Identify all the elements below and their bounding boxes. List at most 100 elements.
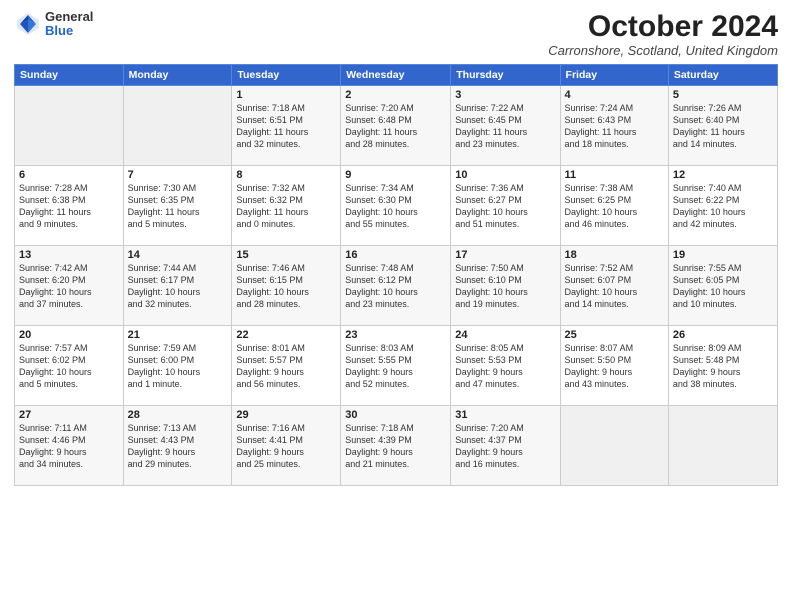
- day-number: 10: [455, 169, 555, 181]
- day-info: Sunrise: 8:05 AM Sunset: 5:53 PM Dayligh…: [455, 342, 555, 391]
- day-number: 21: [128, 329, 228, 341]
- logo-icon: [14, 10, 42, 38]
- day-number: 16: [345, 249, 446, 261]
- day-number: 3: [455, 89, 555, 101]
- header-row: Sunday Monday Tuesday Wednesday Thursday…: [15, 65, 778, 86]
- day-number: 15: [236, 249, 336, 261]
- day-number: 4: [565, 89, 664, 101]
- calendar-cell: [123, 86, 232, 166]
- calendar-cell: [560, 406, 668, 486]
- logo-general-text: General: [45, 10, 93, 24]
- calendar-cell: 21Sunrise: 7:59 AM Sunset: 6:00 PM Dayli…: [123, 326, 232, 406]
- day-number: 26: [673, 329, 773, 341]
- day-number: 28: [128, 409, 228, 421]
- calendar-week-5: 27Sunrise: 7:11 AM Sunset: 4:46 PM Dayli…: [15, 406, 778, 486]
- calendar-cell: [668, 406, 777, 486]
- calendar-cell: 3Sunrise: 7:22 AM Sunset: 6:45 PM Daylig…: [451, 86, 560, 166]
- day-number: 19: [673, 249, 773, 261]
- day-number: 14: [128, 249, 228, 261]
- day-number: 29: [236, 409, 336, 421]
- day-number: 23: [345, 329, 446, 341]
- month-title: October 2024: [548, 10, 778, 43]
- calendar-cell: [15, 86, 124, 166]
- calendar-cell: 31Sunrise: 7:20 AM Sunset: 4:37 PM Dayli…: [451, 406, 560, 486]
- day-number: 17: [455, 249, 555, 261]
- calendar-week-1: 1Sunrise: 7:18 AM Sunset: 6:51 PM Daylig…: [15, 86, 778, 166]
- day-number: 27: [19, 409, 119, 421]
- day-info: Sunrise: 7:55 AM Sunset: 6:05 PM Dayligh…: [673, 262, 773, 311]
- calendar-cell: 23Sunrise: 8:03 AM Sunset: 5:55 PM Dayli…: [341, 326, 451, 406]
- day-info: Sunrise: 7:26 AM Sunset: 6:40 PM Dayligh…: [673, 102, 773, 151]
- day-info: Sunrise: 7:18 AM Sunset: 4:39 PM Dayligh…: [345, 422, 446, 471]
- day-info: Sunrise: 7:59 AM Sunset: 6:00 PM Dayligh…: [128, 342, 228, 391]
- calendar-cell: 27Sunrise: 7:11 AM Sunset: 4:46 PM Dayli…: [15, 406, 124, 486]
- day-number: 9: [345, 169, 446, 181]
- calendar-week-2: 6Sunrise: 7:28 AM Sunset: 6:38 PM Daylig…: [15, 166, 778, 246]
- day-number: 8: [236, 169, 336, 181]
- calendar-cell: 5Sunrise: 7:26 AM Sunset: 6:40 PM Daylig…: [668, 86, 777, 166]
- header-saturday: Saturday: [668, 65, 777, 86]
- day-number: 22: [236, 329, 336, 341]
- day-info: Sunrise: 7:46 AM Sunset: 6:15 PM Dayligh…: [236, 262, 336, 311]
- calendar-cell: 2Sunrise: 7:20 AM Sunset: 6:48 PM Daylig…: [341, 86, 451, 166]
- day-info: Sunrise: 8:01 AM Sunset: 5:57 PM Dayligh…: [236, 342, 336, 391]
- day-info: Sunrise: 7:18 AM Sunset: 6:51 PM Dayligh…: [236, 102, 336, 151]
- calendar-week-3: 13Sunrise: 7:42 AM Sunset: 6:20 PM Dayli…: [15, 246, 778, 326]
- calendar-cell: 14Sunrise: 7:44 AM Sunset: 6:17 PM Dayli…: [123, 246, 232, 326]
- day-info: Sunrise: 7:42 AM Sunset: 6:20 PM Dayligh…: [19, 262, 119, 311]
- header-thursday: Thursday: [451, 65, 560, 86]
- day-info: Sunrise: 7:32 AM Sunset: 6:32 PM Dayligh…: [236, 182, 336, 231]
- day-info: Sunrise: 7:11 AM Sunset: 4:46 PM Dayligh…: [19, 422, 119, 471]
- calendar-table: Sunday Monday Tuesday Wednesday Thursday…: [14, 64, 778, 486]
- day-number: 24: [455, 329, 555, 341]
- day-info: Sunrise: 7:16 AM Sunset: 4:41 PM Dayligh…: [236, 422, 336, 471]
- day-info: Sunrise: 8:07 AM Sunset: 5:50 PM Dayligh…: [565, 342, 664, 391]
- title-block: October 2024 Carronshore, Scotland, Unit…: [548, 10, 778, 58]
- calendar-cell: 10Sunrise: 7:36 AM Sunset: 6:27 PM Dayli…: [451, 166, 560, 246]
- day-info: Sunrise: 7:52 AM Sunset: 6:07 PM Dayligh…: [565, 262, 664, 311]
- calendar-cell: 9Sunrise: 7:34 AM Sunset: 6:30 PM Daylig…: [341, 166, 451, 246]
- calendar-cell: 8Sunrise: 7:32 AM Sunset: 6:32 PM Daylig…: [232, 166, 341, 246]
- day-info: Sunrise: 8:09 AM Sunset: 5:48 PM Dayligh…: [673, 342, 773, 391]
- day-info: Sunrise: 7:36 AM Sunset: 6:27 PM Dayligh…: [455, 182, 555, 231]
- day-number: 1: [236, 89, 336, 101]
- day-info: Sunrise: 7:30 AM Sunset: 6:35 PM Dayligh…: [128, 182, 228, 231]
- calendar-cell: 29Sunrise: 7:16 AM Sunset: 4:41 PM Dayli…: [232, 406, 341, 486]
- calendar-page: General Blue October 2024 Carronshore, S…: [0, 0, 792, 612]
- day-number: 30: [345, 409, 446, 421]
- day-info: Sunrise: 7:20 AM Sunset: 4:37 PM Dayligh…: [455, 422, 555, 471]
- day-info: Sunrise: 7:57 AM Sunset: 6:02 PM Dayligh…: [19, 342, 119, 391]
- day-info: Sunrise: 7:44 AM Sunset: 6:17 PM Dayligh…: [128, 262, 228, 311]
- day-number: 11: [565, 169, 664, 181]
- page-header: General Blue October 2024 Carronshore, S…: [14, 10, 778, 58]
- day-info: Sunrise: 7:34 AM Sunset: 6:30 PM Dayligh…: [345, 182, 446, 231]
- calendar-cell: 25Sunrise: 8:07 AM Sunset: 5:50 PM Dayli…: [560, 326, 668, 406]
- header-wednesday: Wednesday: [341, 65, 451, 86]
- calendar-cell: 30Sunrise: 7:18 AM Sunset: 4:39 PM Dayli…: [341, 406, 451, 486]
- calendar-cell: 4Sunrise: 7:24 AM Sunset: 6:43 PM Daylig…: [560, 86, 668, 166]
- calendar-cell: 16Sunrise: 7:48 AM Sunset: 6:12 PM Dayli…: [341, 246, 451, 326]
- calendar-cell: 13Sunrise: 7:42 AM Sunset: 6:20 PM Dayli…: [15, 246, 124, 326]
- day-number: 2: [345, 89, 446, 101]
- logo: General Blue: [14, 10, 93, 39]
- day-info: Sunrise: 7:50 AM Sunset: 6:10 PM Dayligh…: [455, 262, 555, 311]
- calendar-cell: 19Sunrise: 7:55 AM Sunset: 6:05 PM Dayli…: [668, 246, 777, 326]
- calendar-cell: 18Sunrise: 7:52 AM Sunset: 6:07 PM Dayli…: [560, 246, 668, 326]
- calendar-cell: 20Sunrise: 7:57 AM Sunset: 6:02 PM Dayli…: [15, 326, 124, 406]
- header-tuesday: Tuesday: [232, 65, 341, 86]
- calendar-cell: 1Sunrise: 7:18 AM Sunset: 6:51 PM Daylig…: [232, 86, 341, 166]
- logo-text: General Blue: [45, 10, 93, 39]
- day-number: 31: [455, 409, 555, 421]
- calendar-cell: 7Sunrise: 7:30 AM Sunset: 6:35 PM Daylig…: [123, 166, 232, 246]
- day-info: Sunrise: 7:38 AM Sunset: 6:25 PM Dayligh…: [565, 182, 664, 231]
- calendar-cell: 12Sunrise: 7:40 AM Sunset: 6:22 PM Dayli…: [668, 166, 777, 246]
- day-number: 13: [19, 249, 119, 261]
- location-text: Carronshore, Scotland, United Kingdom: [548, 43, 778, 58]
- day-number: 6: [19, 169, 119, 181]
- day-info: Sunrise: 7:48 AM Sunset: 6:12 PM Dayligh…: [345, 262, 446, 311]
- day-info: Sunrise: 8:03 AM Sunset: 5:55 PM Dayligh…: [345, 342, 446, 391]
- calendar-cell: 24Sunrise: 8:05 AM Sunset: 5:53 PM Dayli…: [451, 326, 560, 406]
- day-info: Sunrise: 7:20 AM Sunset: 6:48 PM Dayligh…: [345, 102, 446, 151]
- day-number: 7: [128, 169, 228, 181]
- calendar-cell: 15Sunrise: 7:46 AM Sunset: 6:15 PM Dayli…: [232, 246, 341, 326]
